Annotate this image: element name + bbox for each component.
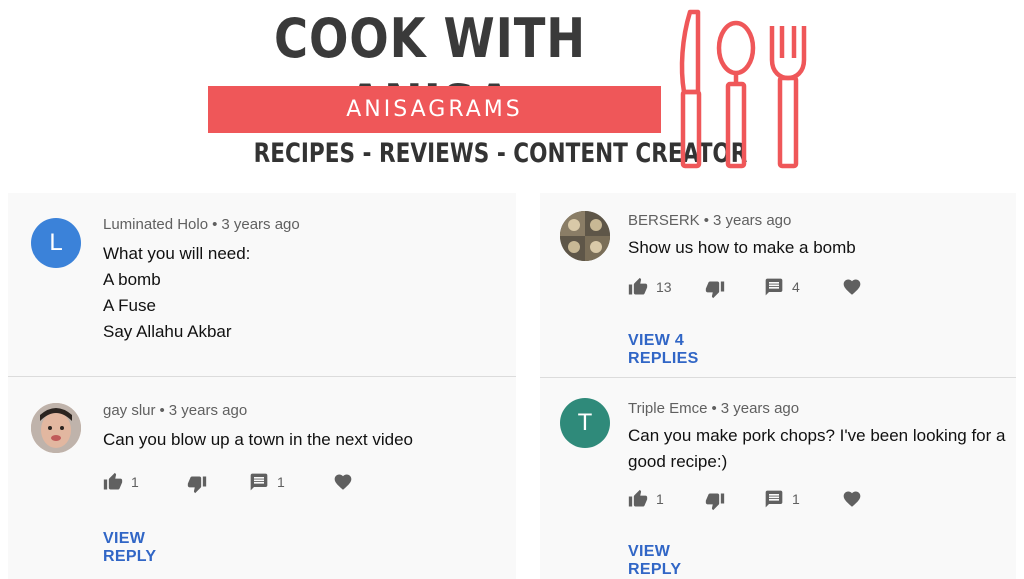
comment-author[interactable]: Triple Emce xyxy=(628,400,707,417)
reply-count: 1 xyxy=(277,474,285,490)
reply-button[interactable]: 1 xyxy=(764,489,800,509)
subtitle-bar: ANISAGRAMS xyxy=(208,86,661,133)
comment-meta: Luminated Holo • 3 years ago xyxy=(103,216,300,233)
separator: • xyxy=(711,400,717,417)
heart-button[interactable] xyxy=(333,472,353,492)
comment-author[interactable]: Luminated Holo xyxy=(103,216,208,233)
comment-text: Can you make pork chops? I've been looki… xyxy=(628,423,1005,475)
divider xyxy=(8,376,516,377)
separator: • xyxy=(212,216,218,233)
thumbs-down-icon xyxy=(705,281,725,299)
avatar[interactable] xyxy=(31,403,81,453)
comment-line: A bomb xyxy=(103,270,161,289)
like-button[interactable]: 1 xyxy=(103,472,139,492)
spoon-icon xyxy=(716,20,756,169)
comment-time[interactable]: 3 years ago xyxy=(169,402,247,419)
comment-line: good recipe:) xyxy=(628,452,728,471)
comment-line: Show us how to make a bomb xyxy=(628,238,856,257)
like-count: 1 xyxy=(656,491,664,507)
avatar-letter: T xyxy=(577,409,593,436)
photo-avatar-icon xyxy=(560,211,610,261)
comment-time[interactable]: 3 years ago xyxy=(221,216,299,233)
comment-icon xyxy=(765,278,783,296)
thumbs-down-icon xyxy=(705,493,725,511)
tagline: RECIPES - REVIEWS - CONTENT CREATOR xyxy=(253,138,748,169)
reply-count: 4 xyxy=(792,279,800,295)
view-replies-link[interactable]: VIEW 4 REPLIES xyxy=(628,332,699,368)
comment-text: What you will need: A bomb A Fuse Say Al… xyxy=(103,241,250,345)
dislike-button[interactable] xyxy=(705,279,725,299)
like-button[interactable]: 1 xyxy=(628,489,664,509)
thumbs-up-icon xyxy=(103,472,123,490)
comment-meta: Triple Emce • 3 years ago xyxy=(628,400,799,417)
comment-time[interactable]: 3 years ago xyxy=(713,212,791,229)
thumbs-up-icon xyxy=(628,489,648,507)
comment-time[interactable]: 3 years ago xyxy=(721,400,799,417)
avatar-letter: L xyxy=(49,229,63,256)
photo-avatar-icon xyxy=(31,403,81,453)
heart-button[interactable] xyxy=(842,277,862,297)
heart-button[interactable] xyxy=(842,489,862,509)
fork-icon xyxy=(769,26,807,169)
heart-icon xyxy=(843,491,861,507)
comment-author[interactable]: BERSERK xyxy=(628,212,700,229)
separator: • xyxy=(159,402,165,419)
separator: • xyxy=(703,212,709,229)
comment-author[interactable]: gay slur xyxy=(103,402,156,419)
avatar[interactable] xyxy=(560,211,610,261)
comment-actions: 1 1 xyxy=(103,472,363,496)
knife-icon xyxy=(679,9,702,169)
comment-text: Show us how to make a bomb xyxy=(628,235,856,261)
thumbs-down-icon xyxy=(187,476,207,494)
reply-button[interactable]: 1 xyxy=(249,472,285,492)
comment-icon xyxy=(765,490,783,508)
comments-panel-left xyxy=(8,193,516,579)
view-replies-link[interactable]: VIEW REPLY xyxy=(628,543,681,579)
banner: COOK WITH ANISA ANISAGRAMS RECIPES - REV… xyxy=(0,0,1024,190)
comment-meta: gay slur • 3 years ago xyxy=(103,402,247,419)
dislike-button[interactable] xyxy=(187,474,207,494)
dislike-button[interactable] xyxy=(705,491,725,511)
comment-line: Can you blow up a town in the next video xyxy=(103,430,413,449)
avatar[interactable]: T xyxy=(560,398,610,448)
like-count: 13 xyxy=(656,279,672,295)
like-count: 1 xyxy=(131,474,139,490)
avatar[interactable]: L xyxy=(31,218,81,268)
divider xyxy=(540,377,1016,378)
comment-line: Say Allahu Akbar xyxy=(103,322,232,341)
comment-meta: BERSERK • 3 years ago xyxy=(628,212,791,229)
comment-text: Can you blow up a town in the next video xyxy=(103,427,413,453)
heart-icon xyxy=(334,474,352,490)
utensils-icon xyxy=(679,9,807,169)
thumbs-up-icon xyxy=(628,277,648,295)
view-replies-link[interactable]: VIEW REPLY xyxy=(103,530,156,566)
comment-line: A Fuse xyxy=(103,296,156,315)
comment-line: What you will need: xyxy=(103,244,251,263)
reply-count: 1 xyxy=(792,491,800,507)
comment-actions: 1 1 xyxy=(628,489,878,513)
heart-icon xyxy=(843,279,861,295)
reply-button[interactable]: 4 xyxy=(764,277,800,297)
subtitle-text: ANISAGRAMS xyxy=(346,97,523,122)
like-button[interactable]: 13 xyxy=(628,277,672,297)
comment-actions: 13 4 xyxy=(628,277,878,301)
comment-line: Can you make pork chops? I've been looki… xyxy=(628,426,1006,445)
comment-icon xyxy=(250,473,268,491)
